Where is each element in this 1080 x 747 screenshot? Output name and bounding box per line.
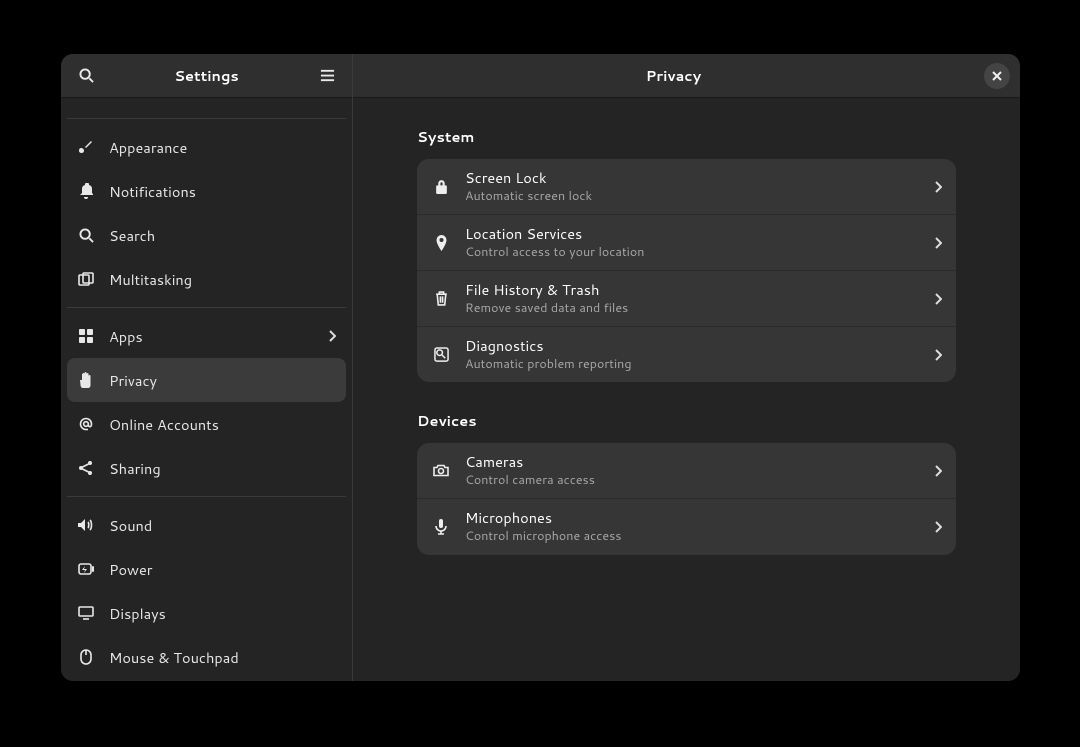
row-title: Microphones [465,509,920,528]
sidebar-item-sound[interactable]: Sound [67,503,346,547]
sidebar-item-displays[interactable]: Displays [67,591,346,635]
sidebar-item-label: Online Accounts [109,414,336,435]
section-title-devices: Devices [417,410,956,431]
sidebar-separator [67,307,346,308]
sidebar-item-notifications[interactable]: Notifications [67,169,346,213]
speaker-icon [77,516,95,534]
row-text: Screen Lock Automatic screen lock [465,169,920,204]
sidebar-item-privacy[interactable]: Privacy [67,358,346,402]
row-file-history-trash[interactable]: File History & Trash Remove saved data a… [417,271,956,327]
sidebar: Settings Bluetooth Appearance [61,54,353,681]
row-subtitle: Control camera access [465,472,920,488]
sidebar-item-label: Notifications [109,181,336,202]
sidebar-item-label: Bluetooth [109,98,336,101]
row-cameras[interactable]: Cameras Control camera access [417,443,956,499]
camera-icon [431,461,451,481]
sidebar-item-bluetooth[interactable]: Bluetooth [67,98,346,112]
hand-privacy-icon [77,371,95,389]
row-subtitle: Remove saved data and files [465,300,920,316]
sidebar-item-sharing[interactable]: Sharing [67,446,346,490]
row-microphones[interactable]: Microphones Control microphone access [417,499,956,554]
sidebar-header: Settings [61,54,352,98]
sidebar-item-appearance[interactable]: Appearance [67,125,346,169]
close-icon [992,71,1002,81]
page-title: Privacy [363,65,984,86]
settings-window: Settings Bluetooth Appearance [61,54,1020,681]
devices-list: Cameras Control camera access Microphone… [417,443,956,554]
sidebar-title: Settings [101,65,312,86]
sidebar-separator [67,496,346,497]
row-text: Location Services Control access to your… [465,225,920,260]
bell-icon [77,182,95,200]
apps-icon [77,327,95,345]
hamburger-icon [320,68,335,83]
sidebar-item-multitasking[interactable]: Multitasking [67,257,346,301]
sidebar-item-power[interactable]: Power [67,547,346,591]
chevron-right-icon [934,181,942,193]
row-subtitle: Automatic problem reporting [465,356,920,372]
row-subtitle: Control access to your location [465,244,920,260]
menu-button[interactable] [312,61,342,91]
microphone-icon [431,517,451,537]
share-icon [77,459,95,477]
row-text: Diagnostics Automatic problem reporting [465,337,920,372]
row-title: Location Services [465,225,920,244]
sidebar-body[interactable]: Bluetooth Appearance Notifications S [61,98,352,681]
sidebar-item-search[interactable]: Search [67,213,346,257]
system-list: Screen Lock Automatic screen lock Locati… [417,159,956,382]
row-text: File History & Trash Remove saved data a… [465,281,920,316]
sidebar-item-label: Sound [109,515,336,536]
display-icon [77,604,95,622]
chevron-right-icon [934,521,942,533]
chevron-right-icon [934,237,942,249]
row-text: Microphones Control microphone access [465,509,920,544]
row-title: Cameras [465,453,920,472]
search-icon [79,68,94,83]
location-icon [431,233,451,253]
sidebar-item-label: Mouse & Touchpad [109,647,336,668]
main-header: Privacy [353,54,1020,98]
close-button[interactable] [984,63,1010,89]
sidebar-item-label: Apps [109,326,314,347]
power-icon [77,560,95,578]
search-button[interactable] [71,61,101,91]
lock-icon [431,177,451,197]
trash-icon [431,289,451,309]
mouse-icon [77,648,95,666]
sidebar-item-label: Sharing [109,458,336,479]
sidebar-item-label: Search [109,225,336,246]
sidebar-item-label: Privacy [109,370,336,391]
row-title: File History & Trash [465,281,920,300]
sidebar-item-label: Displays [109,603,336,624]
row-screen-lock[interactable]: Screen Lock Automatic screen lock [417,159,956,215]
section-title-system: System [417,126,956,147]
chevron-right-icon [934,349,942,361]
chevron-right-icon [328,330,336,342]
row-title: Screen Lock [465,169,920,188]
row-title: Diagnostics [465,337,920,356]
chevron-right-icon [934,293,942,305]
sidebar-item-mouse-touchpad[interactable]: Mouse & Touchpad [67,635,346,679]
bluetooth-icon [77,98,95,99]
sidebar-item-online-accounts[interactable]: Online Accounts [67,402,346,446]
row-location-services[interactable]: Location Services Control access to your… [417,215,956,271]
row-subtitle: Control microphone access [465,528,920,544]
sidebar-item-apps[interactable]: Apps [67,314,346,358]
sidebar-item-label: Power [109,559,336,580]
diagnostics-icon [431,345,451,365]
row-text: Cameras Control camera access [465,453,920,488]
chevron-right-icon [934,465,942,477]
main-panel: Privacy System Screen Lock Automatic scr… [353,54,1020,681]
sidebar-item-label: Multitasking [109,269,336,290]
search-icon [77,226,95,244]
at-icon [77,415,95,433]
sidebar-separator [67,118,346,119]
appearance-icon [77,138,95,156]
row-subtitle: Automatic screen lock [465,188,920,204]
sidebar-item-label: Appearance [109,137,336,158]
row-diagnostics[interactable]: Diagnostics Automatic problem reporting [417,327,956,382]
main-body: System Screen Lock Automatic screen lock [353,98,1020,681]
multitasking-icon [77,270,95,288]
